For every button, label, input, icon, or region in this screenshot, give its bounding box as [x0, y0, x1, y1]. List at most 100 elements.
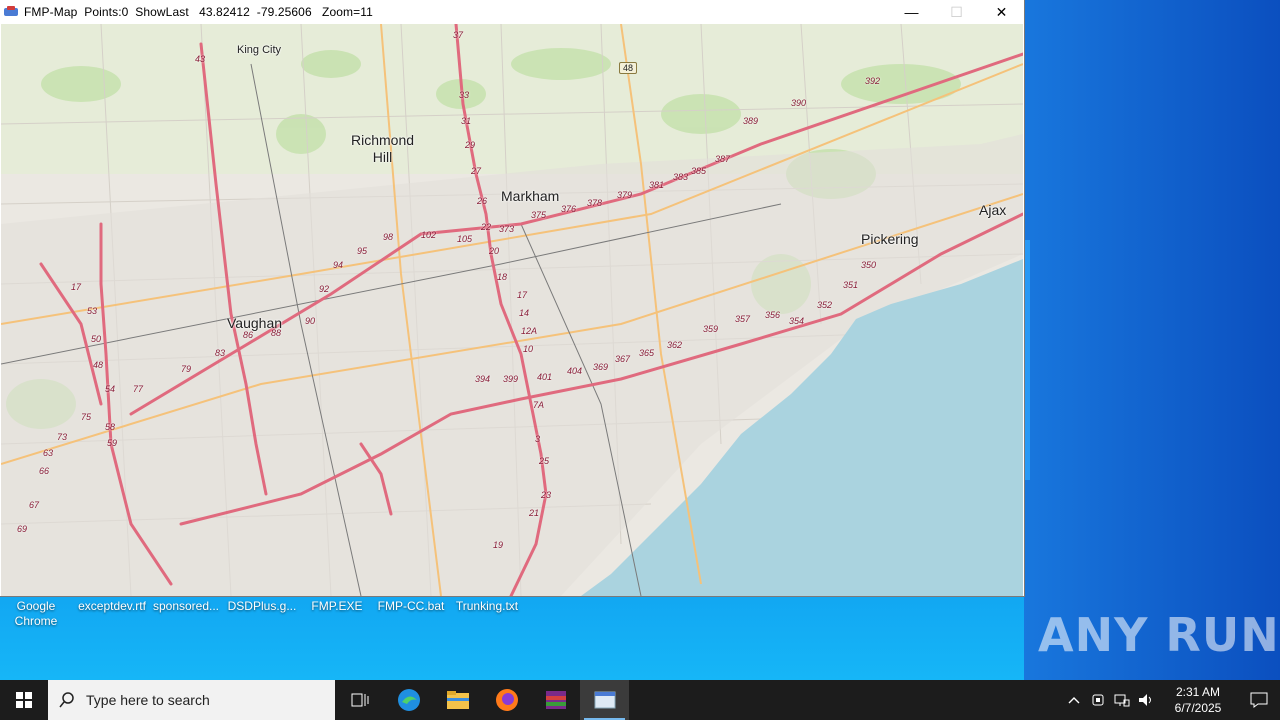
maximize-button[interactable]: ☐: [934, 0, 979, 24]
highway-number-label: 98: [383, 232, 394, 242]
highway-number-label: 354: [789, 316, 805, 326]
highway-number-label: 25: [539, 456, 550, 466]
place-label: Markham: [501, 188, 560, 204]
highway-number-label: 369: [593, 362, 609, 372]
clock-time: 2:31 AM: [1175, 685, 1221, 699]
highway-number-label: 58: [105, 422, 116, 432]
app-icon: [4, 6, 18, 18]
notification-icon[interactable]: [1238, 692, 1280, 708]
search-box[interactable]: Type here to search: [48, 680, 335, 720]
highway-number-label: 17: [71, 282, 82, 292]
task-view-icon: [351, 693, 368, 707]
highway-number-label: 79: [181, 364, 192, 374]
edge-icon: [397, 689, 420, 711]
highway-number-label: 67: [29, 500, 40, 510]
highway-number-label: 357: [735, 314, 751, 324]
clock-date: 6/7/2025: [1174, 701, 1222, 715]
highway-number-label: 73: [57, 432, 68, 442]
highway-number-label: 399: [503, 374, 519, 384]
highway-number-label: 63: [43, 448, 54, 458]
taskbar-fmp-map[interactable]: [580, 680, 629, 720]
highway-number-label: 66: [39, 466, 50, 476]
highway-number-label: 12A: [521, 326, 538, 336]
highway-number-label: 387: [715, 154, 731, 164]
highway-number-label: 27: [471, 166, 482, 176]
anyrun-watermark: ANY RUN: [1038, 608, 1280, 662]
device-icon[interactable]: [1086, 693, 1110, 707]
taskbar: Type here to search 2:31 AM 6/7/2025: [0, 680, 1280, 720]
highway-number-label: 390: [791, 98, 807, 108]
highway-number-label: 367: [615, 354, 631, 364]
map-view[interactable]: King City Richmond Hill Markham Vaughan …: [1, 24, 1023, 596]
highway-shield: 48: [619, 62, 638, 74]
desktop-glow: [1024, 240, 1030, 480]
highway-number-label: 404: [567, 366, 583, 376]
highway-number-label: 21: [529, 508, 540, 518]
highway-number-label: 22: [481, 222, 492, 232]
highway-number-label: 350: [861, 260, 877, 270]
close-button[interactable]: ✕: [979, 0, 1024, 24]
network-icon[interactable]: [1110, 693, 1134, 707]
highway-number-label: 105: [457, 234, 473, 244]
highway-number-label: 48: [93, 360, 104, 370]
highway-number-label: 102: [421, 230, 437, 240]
firefox-icon: [495, 689, 518, 711]
highway-number-label: 92: [319, 284, 330, 294]
task-view-button[interactable]: [335, 680, 384, 720]
desktop-icon-sponsored[interactable]: sponsored...: [150, 599, 222, 614]
highway-number-label: 359: [703, 324, 719, 334]
chevron-up-icon[interactable]: [1062, 696, 1086, 704]
start-button[interactable]: [0, 680, 48, 720]
highway-number-label: 381: [649, 180, 665, 190]
highway-number-label: 385: [691, 166, 707, 176]
desktop-icon-exceptdev[interactable]: exceptdev.rtf: [74, 599, 150, 614]
highway-number-label: 75: [81, 412, 92, 422]
highway-number-label: 356: [765, 310, 781, 320]
desktop-icon-fmp-exe[interactable]: FMP.EXE: [302, 599, 372, 614]
highway-number-label: 94: [333, 260, 344, 270]
search-placeholder: Type here to search: [86, 692, 210, 708]
highway-number-label: 33: [459, 90, 470, 100]
system-tray: 2:31 AM 6/7/2025: [1062, 680, 1280, 720]
highway-number-label: 373: [499, 224, 515, 234]
taskbar-firefox[interactable]: [482, 680, 531, 720]
volume-icon[interactable]: [1134, 693, 1158, 707]
highway-number-label: 29: [465, 140, 476, 150]
highway-number-label: 14: [519, 308, 530, 318]
clock[interactable]: 2:31 AM 6/7/2025: [1158, 684, 1238, 716]
highway-number-label: 86: [243, 330, 254, 340]
highway-number-label: 53: [87, 306, 98, 316]
highway-number-label: 69: [17, 524, 28, 534]
desktop-icons: Google Chrome exceptdev.rtf sponsored...…: [0, 596, 1024, 636]
desktop-icon-chrome[interactable]: Google Chrome: [8, 599, 64, 629]
place-label: King City: [237, 44, 282, 56]
highway-number-label: 31: [461, 116, 472, 126]
taskbar-file-explorer[interactable]: [433, 680, 482, 720]
highway-number-label: 20: [489, 246, 500, 256]
highway-number-label: 19: [493, 540, 504, 550]
taskbar-edge[interactable]: [384, 680, 433, 720]
highway-number-label: 392: [865, 76, 881, 86]
highway-number-label: 389: [743, 116, 759, 126]
highway-number-label: 23: [541, 490, 552, 500]
highway-number-label: 378: [587, 198, 603, 208]
desktop-icon-trunking[interactable]: Trunking.txt: [450, 599, 524, 614]
highway-number-label: 362: [667, 340, 683, 350]
taskbar-winrar[interactable]: [531, 680, 580, 720]
desktop-icon-dsdplus[interactable]: DSDPlus.g...: [226, 599, 298, 614]
highway-number-label: 376: [561, 204, 577, 214]
place-label: Pickering: [861, 231, 919, 247]
highway-number-label: 26: [477, 196, 488, 206]
highway-number-label: 10: [523, 344, 534, 354]
fmp-window-icon: [594, 691, 615, 709]
desktop-icon-fmp-cc[interactable]: FMP-CC.bat: [374, 599, 448, 614]
highway-number-label: 365: [639, 348, 655, 358]
title-bar[interactable]: FMP-Map Points:0 ShowLast 43.82412 -79.2…: [0, 0, 1024, 24]
search-icon: [48, 692, 86, 708]
windows-logo-icon: [16, 692, 32, 708]
highway-number-label: 37: [453, 30, 464, 40]
highway-number-label: 375: [531, 210, 547, 220]
minimize-button[interactable]: —: [889, 0, 934, 24]
highway-number-label: 90: [305, 316, 316, 326]
highway-number-label: 401: [537, 372, 553, 382]
